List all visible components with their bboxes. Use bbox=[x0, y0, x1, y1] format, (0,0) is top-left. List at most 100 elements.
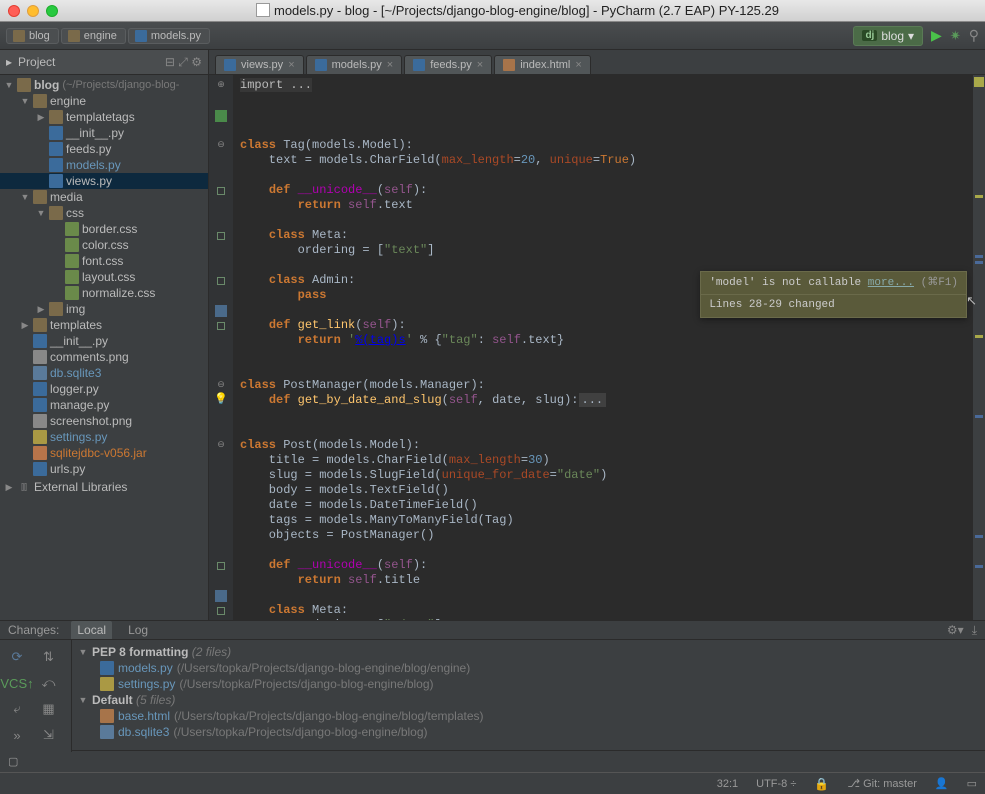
changelist-file[interactable]: settings.py (/Users/topka/Projects/djang… bbox=[72, 676, 985, 692]
changes-title: Changes: bbox=[8, 623, 59, 637]
shelve-icon[interactable]: ⤶ bbox=[6, 698, 28, 720]
tree-node[interactable]: manage.py bbox=[0, 397, 208, 413]
project-tree[interactable]: ▼ blog (~/Projects/django-blog- ▼engine▶… bbox=[0, 75, 208, 620]
tree-node[interactable]: db.sqlite3 bbox=[0, 365, 208, 381]
expand-icon[interactable]: » bbox=[6, 724, 28, 746]
hide-panel-icon[interactable]: ⤓ bbox=[972, 623, 977, 638]
zoom-window-button[interactable] bbox=[46, 5, 58, 17]
hector-icon[interactable]: 👤 bbox=[935, 777, 949, 790]
tree-node[interactable]: __init__.py bbox=[0, 125, 208, 141]
editor-tab[interactable]: models.py× bbox=[306, 55, 403, 74]
diff-icon[interactable]: ⇅ bbox=[38, 646, 60, 668]
changelist-file[interactable]: db.sqlite3 (/Users/topka/Projects/django… bbox=[72, 724, 985, 740]
change-marker[interactable] bbox=[975, 565, 983, 568]
changelist-group[interactable]: ▼Default (5 files) bbox=[72, 692, 985, 708]
error-stripe[interactable] bbox=[973, 75, 985, 620]
encoding[interactable]: UTF-8 ÷ bbox=[756, 778, 796, 790]
window-title: models.py - blog - [~/Projects/django-bl… bbox=[274, 3, 779, 18]
tree-node[interactable]: color.css bbox=[0, 237, 208, 253]
tree-node[interactable]: ▶templatetags bbox=[0, 109, 208, 125]
tree-node[interactable]: views.py bbox=[0, 173, 208, 189]
css-icon bbox=[65, 270, 79, 284]
editor-tabs: views.py×models.py×feeds.py×index.html× bbox=[209, 50, 985, 75]
tree-node[interactable]: screenshot.png bbox=[0, 413, 208, 429]
breadcrumb-item[interactable]: engine bbox=[61, 28, 126, 44]
inspection-status-icon[interactable] bbox=[974, 77, 984, 87]
changes-tab-local[interactable]: Local bbox=[71, 621, 112, 639]
tree-node[interactable]: logger.py bbox=[0, 381, 208, 397]
warning-marker[interactable] bbox=[975, 335, 983, 338]
editor-tab[interactable]: views.py× bbox=[215, 55, 304, 74]
run-config-selector[interactable]: dj blog ▾ bbox=[853, 26, 923, 46]
editor-tab[interactable]: feeds.py× bbox=[404, 55, 492, 74]
memory-indicator[interactable]: ▭ bbox=[967, 777, 977, 790]
refresh-icon[interactable]: ⟳ bbox=[6, 646, 28, 668]
close-tab-icon[interactable]: × bbox=[387, 59, 393, 71]
close-tab-icon[interactable]: × bbox=[575, 59, 581, 71]
group-icon[interactable]: ▦ bbox=[38, 698, 60, 720]
collapse-icon[interactable]: ⇲ bbox=[38, 724, 60, 746]
tree-node[interactable]: ▶templates bbox=[0, 317, 208, 333]
tree-node[interactable]: border.css bbox=[0, 221, 208, 237]
tree-node[interactable]: feeds.py bbox=[0, 141, 208, 157]
close-window-button[interactable] bbox=[8, 5, 20, 17]
panel-settings-icon[interactable]: ⊟ ⤢ ⚙ bbox=[165, 55, 202, 70]
gear-icon[interactable]: ⚙▾ bbox=[947, 623, 964, 638]
tree-node[interactable]: ▶img bbox=[0, 301, 208, 317]
css-icon bbox=[65, 238, 79, 252]
change-marker[interactable] bbox=[975, 261, 983, 264]
debug-button[interactable]: ✷ bbox=[950, 28, 961, 44]
changelist-group[interactable]: ▼PEP 8 formatting (2 files) bbox=[72, 644, 985, 660]
bottom-tool-buttons: ▢ bbox=[0, 750, 985, 772]
chevron-down-icon: ▾ bbox=[908, 29, 914, 43]
tool-window-button[interactable]: ▢ bbox=[8, 755, 18, 768]
close-tab-icon[interactable]: × bbox=[477, 59, 483, 71]
external-libraries[interactable]: ▶ ⫿⫿ External Libraries bbox=[0, 479, 208, 495]
changes-tab-log[interactable]: Log bbox=[122, 621, 154, 639]
warning-marker[interactable] bbox=[975, 195, 983, 198]
breadcrumb-item[interactable]: blog bbox=[6, 28, 59, 44]
change-marker[interactable] bbox=[975, 255, 983, 258]
tree-node[interactable]: layout.css bbox=[0, 269, 208, 285]
tree-node[interactable]: settings.py bbox=[0, 429, 208, 445]
editor-tab[interactable]: index.html× bbox=[494, 55, 591, 74]
editor-gutter[interactable]: ⊕⊖⊖💡⊖ bbox=[209, 75, 234, 620]
breadcrumb-item[interactable]: models.py bbox=[128, 28, 210, 44]
tree-root[interactable]: ▼ blog (~/Projects/django-blog- bbox=[0, 77, 208, 93]
tree-node[interactable]: ▼engine bbox=[0, 93, 208, 109]
close-tab-icon[interactable]: × bbox=[288, 59, 294, 71]
minimize-window-button[interactable] bbox=[27, 5, 39, 17]
library-icon: ⫿⫿ bbox=[17, 480, 31, 494]
changes-tree[interactable]: ▼PEP 8 formatting (2 files)models.py (/U… bbox=[72, 640, 985, 752]
run-button[interactable]: ▶ bbox=[931, 27, 942, 44]
caret-position[interactable]: 32:1 bbox=[717, 778, 738, 790]
tree-node[interactable]: sqlitejdbc-v056.jar bbox=[0, 445, 208, 461]
tooltip-more-link[interactable]: more... bbox=[868, 277, 914, 289]
project-panel-header[interactable]: ▸ Project ⊟ ⤢ ⚙ bbox=[0, 50, 208, 75]
git-branch[interactable]: ⎇ Git: master bbox=[847, 777, 917, 790]
readonly-toggle-icon[interactable]: 🔒 bbox=[814, 777, 829, 791]
revert-icon[interactable]: ⤺ bbox=[38, 672, 60, 694]
tree-node[interactable]: urls.py bbox=[0, 461, 208, 477]
tree-node[interactable]: ▼css bbox=[0, 205, 208, 221]
python-file-icon bbox=[135, 30, 147, 42]
search-everywhere-button[interactable]: ⚲ bbox=[969, 27, 979, 44]
change-marker[interactable] bbox=[975, 535, 983, 538]
tree-node[interactable]: __init__.py bbox=[0, 333, 208, 349]
tree-node[interactable]: normalize.css bbox=[0, 285, 208, 301]
commit-icon[interactable]: VCS↑ bbox=[6, 672, 28, 694]
changelist-file[interactable]: base.html (/Users/topka/Projects/django-… bbox=[72, 708, 985, 724]
tree-node[interactable]: font.css bbox=[0, 253, 208, 269]
py-icon bbox=[49, 174, 63, 188]
tree-node[interactable]: comments.png bbox=[0, 349, 208, 365]
changes-toolbar: ⟳ ⇅ VCS↑ ⤺ ⤶ ▦ » ⇲ bbox=[0, 640, 72, 752]
code-content[interactable]: import ... class Tag(models.Model): text… bbox=[234, 75, 985, 620]
yellow-icon bbox=[33, 430, 47, 444]
change-marker[interactable] bbox=[975, 415, 983, 418]
tree-node[interactable]: ▼media bbox=[0, 189, 208, 205]
code-editor[interactable]: ⊕⊖⊖💡⊖ import ... class Tag(models.Model)… bbox=[209, 75, 985, 620]
changelist-file[interactable]: models.py (/Users/topka/Projects/django-… bbox=[72, 660, 985, 676]
folder-icon bbox=[49, 206, 63, 220]
html-file-icon bbox=[503, 59, 515, 71]
tree-node[interactable]: models.py bbox=[0, 157, 208, 173]
